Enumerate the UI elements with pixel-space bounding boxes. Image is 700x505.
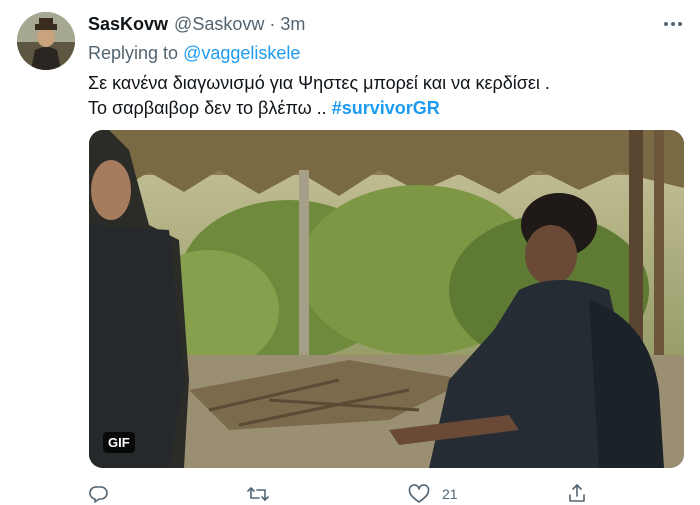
more-icon: [664, 22, 682, 26]
display-name[interactable]: SasKovw: [88, 14, 168, 35]
user-handle[interactable]: @Saskovw: [174, 14, 264, 35]
gif-media[interactable]: GIF: [89, 130, 684, 468]
avatar[interactable]: [17, 12, 75, 70]
more-options-button[interactable]: [660, 12, 686, 36]
replying-label: Replying to: [88, 43, 179, 63]
timestamp[interactable]: 3m: [280, 14, 305, 35]
tweet-text-line-2: Το σαρβαιβορ δεν το βλέπω .. #survivorGR: [88, 96, 550, 121]
like-button[interactable]: 21: [408, 484, 458, 504]
replying-mention-link[interactable]: @vaggeliskele: [183, 43, 300, 63]
like-count: 21: [442, 486, 458, 502]
tweet-header: SasKovw @Saskovw · 3m: [88, 14, 305, 38]
tweet-actions: 21: [0, 482, 700, 505]
tweet-text: Σε κανένα διαγωνισμό για Ψηστες μπορεί κ…: [88, 71, 550, 121]
share-button[interactable]: [567, 483, 587, 503]
tweet-text-line-1: Σε κανένα διαγωνισμό για Ψηστες μπορεί κ…: [88, 73, 550, 93]
gif-badge: GIF: [103, 432, 135, 453]
avatar-image: [17, 12, 75, 70]
tweet-text-line-2-content: Το σαρβαιβορ δεν το βλέπω ..: [88, 98, 327, 118]
retweet-button[interactable]: [246, 484, 282, 504]
reply-icon: [89, 486, 108, 503]
retweet-icon: [247, 487, 269, 501]
replying-to: Replying to @vaggeliskele: [88, 43, 300, 64]
gif-frame: [89, 130, 684, 468]
separator-dot: ·: [269, 14, 276, 34]
like-icon: [408, 484, 430, 503]
reply-button[interactable]: [89, 484, 121, 504]
tweet[interactable]: SasKovw @Saskovw · 3m Replying to @vagge…: [0, 0, 700, 505]
share-icon: [569, 484, 585, 502]
hashtag-link[interactable]: #survivorGR: [332, 98, 440, 118]
